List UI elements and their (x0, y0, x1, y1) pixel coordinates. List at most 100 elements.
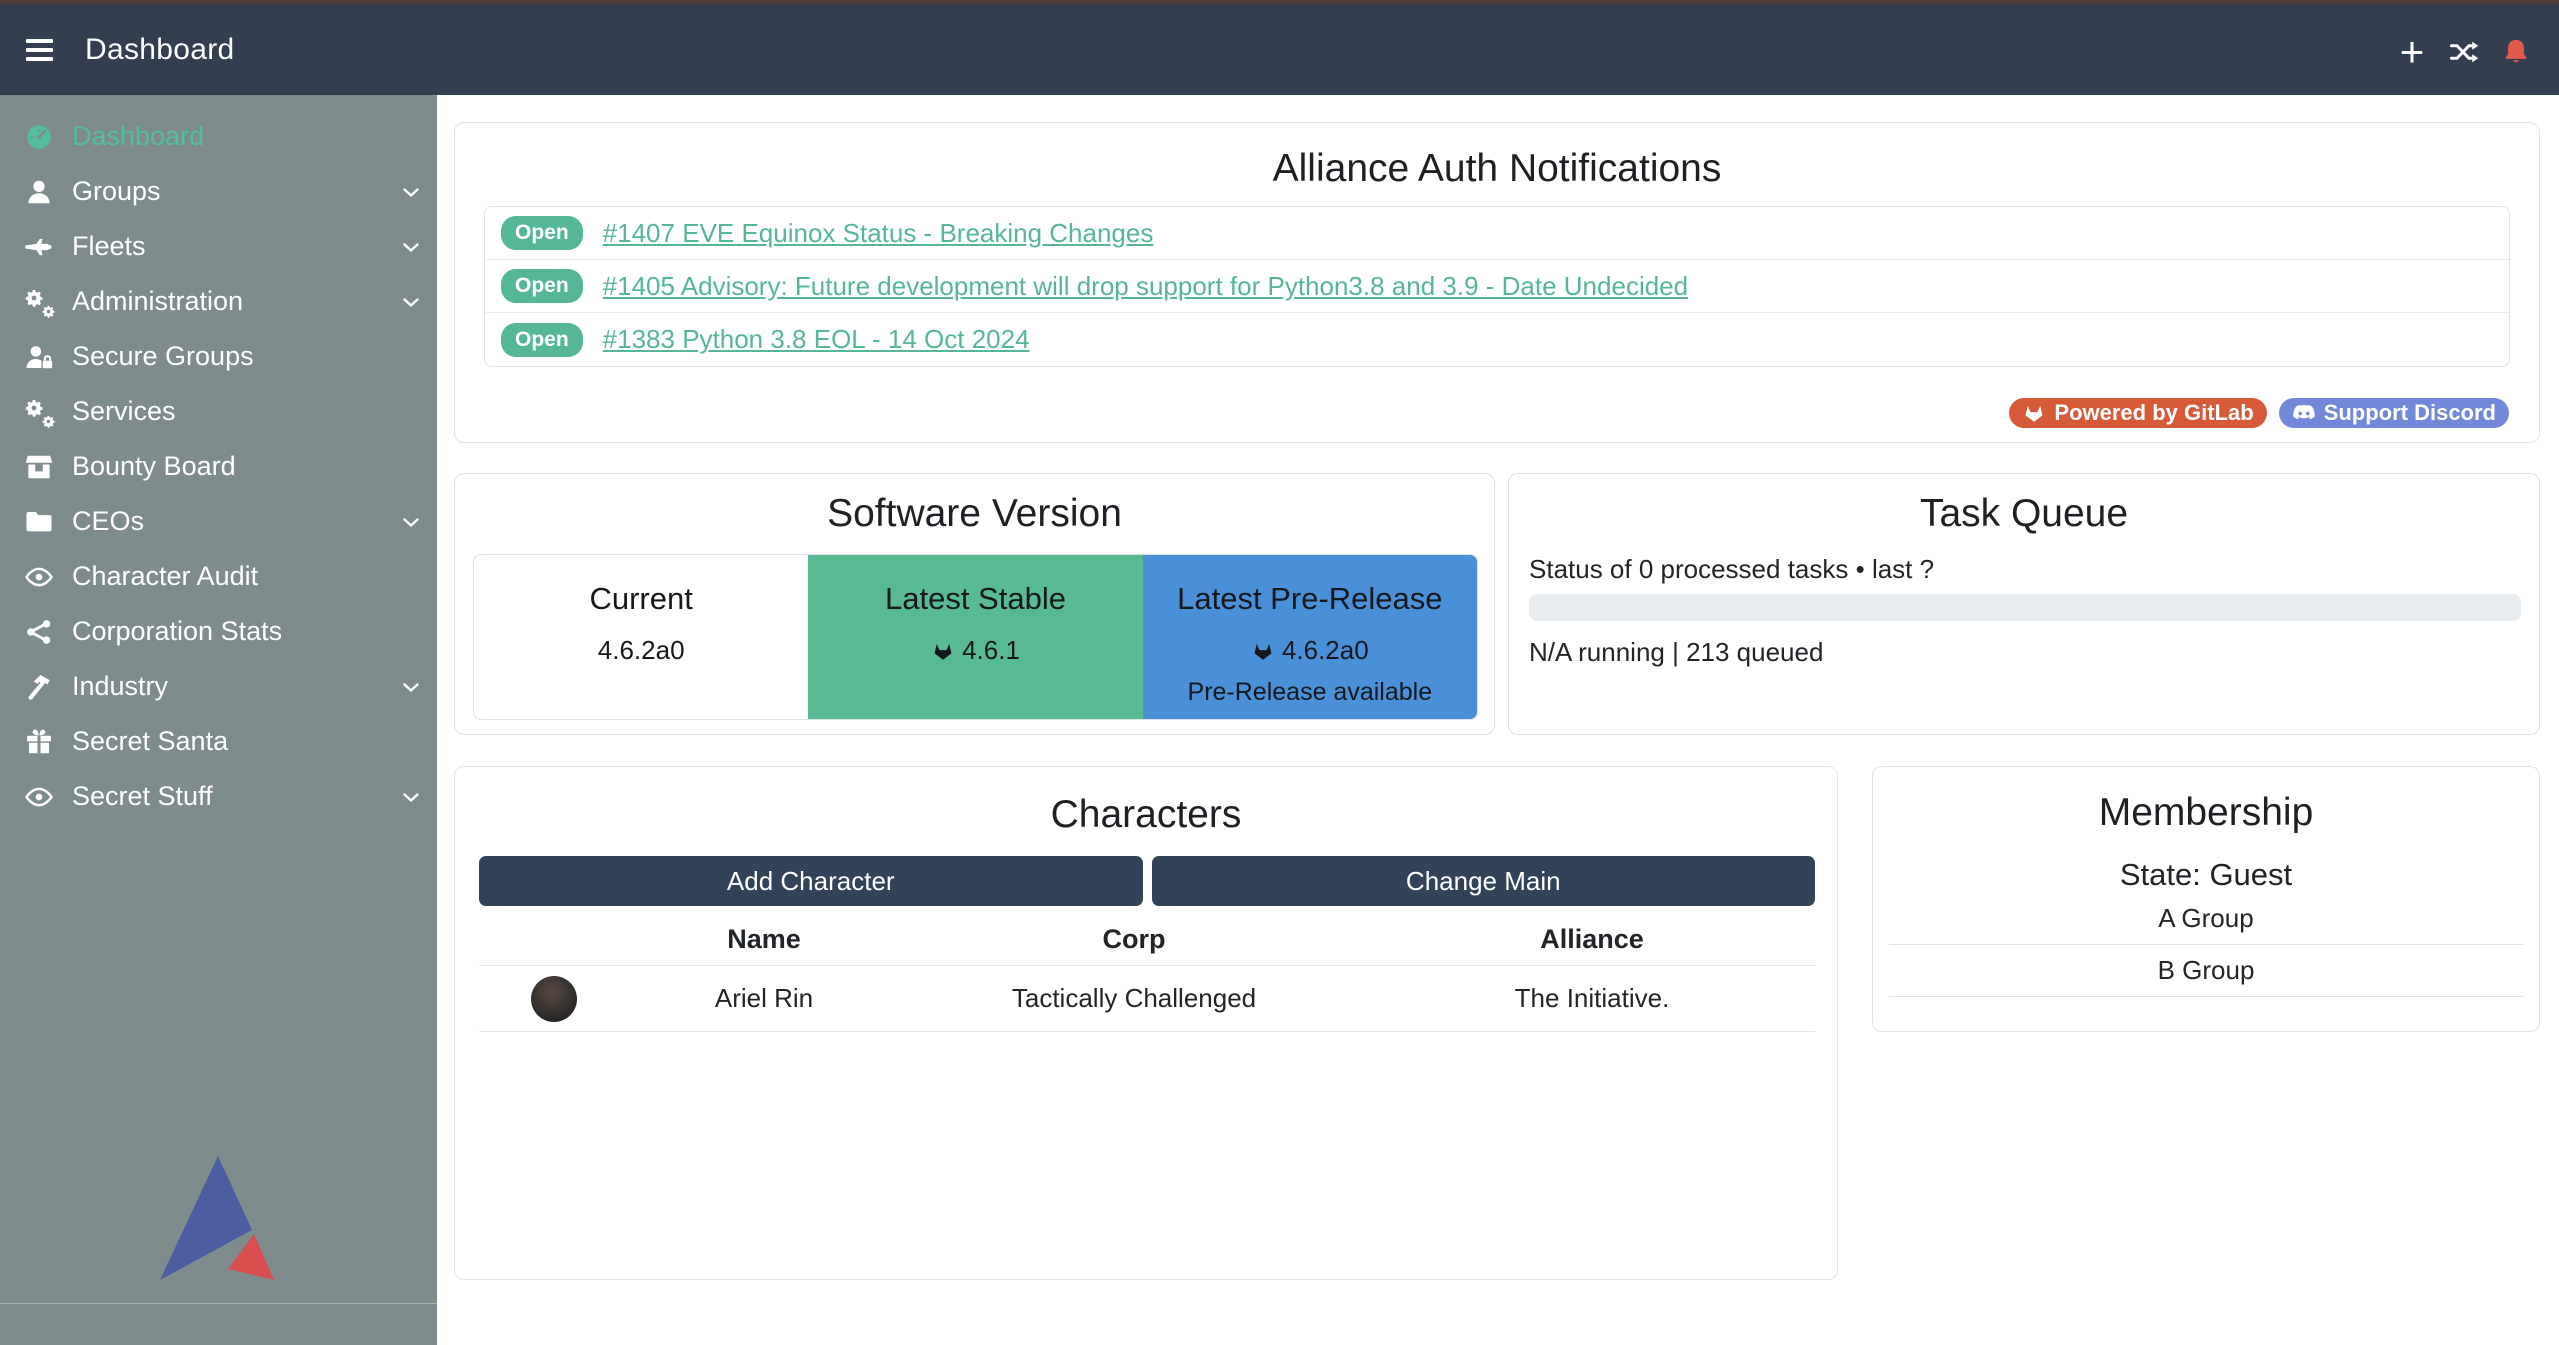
sidebar-item-label: Secret Stuff (72, 781, 399, 812)
version-number: 4.6.2a0 (598, 635, 685, 666)
eye-icon (22, 561, 56, 593)
notification-row: Open #1383 Python 3.8 EOL - 14 Oct 2024 (485, 313, 2509, 366)
table-row: Ariel Rin Tactically Challenged The Init… (479, 965, 1815, 1032)
version-number: 4.6.2a0 (1282, 635, 1369, 666)
notifications-list: Open #1407 EVE Equinox Status - Breaking… (484, 206, 2510, 367)
characters-title: Characters (455, 793, 1837, 837)
sidebar-item-character-audit[interactable]: Character Audit (0, 549, 437, 604)
sidebar-item-services[interactable]: Services (0, 384, 437, 439)
sidebar-item-dashboard[interactable]: Dashboard (0, 109, 437, 164)
gift-icon (22, 726, 56, 758)
sidebar-item-label: Character Audit (72, 561, 423, 592)
change-main-button[interactable]: Change Main (1152, 856, 1816, 906)
membership-state: State: Guest (1873, 857, 2539, 893)
chevron-down-icon (399, 785, 423, 809)
chevron-down-icon (399, 675, 423, 699)
software-version-title: Software Version (455, 492, 1494, 536)
characters-table: Name Corp Alliance Ariel Rin Tactically … (479, 913, 1815, 1032)
sidebar-item-label: Corporation Stats (72, 616, 423, 647)
alliance-auth-dashboard: Dashboard + Dashboard Groups Fleets (0, 0, 2559, 1345)
character-alliance: The Initiative. (1369, 983, 1815, 1014)
sidebar-item-secret-santa[interactable]: Secret Santa (0, 714, 437, 769)
membership-title: Membership (1873, 791, 2539, 835)
version-heading: Latest Pre-Release (1143, 581, 1477, 617)
sidebar-item-corporation-stats[interactable]: Corporation Stats (0, 604, 437, 659)
sidebar-item-bounty-board[interactable]: Bounty Board (0, 439, 437, 494)
notification-link[interactable]: #1383 Python 3.8 EOL - 14 Oct 2024 (603, 324, 1030, 355)
sidebar: Dashboard Groups Fleets Administration (0, 95, 437, 1345)
page-title: Dashboard (85, 33, 234, 67)
gitlab-icon (1251, 640, 1275, 662)
gitlab-icon (2022, 402, 2046, 424)
gears-icon (22, 286, 56, 318)
sidebar-item-secure-groups[interactable]: Secure Groups (0, 329, 437, 384)
task-queue-panel: Task Queue Status of 0 processed tasks •… (1508, 473, 2540, 735)
gitlab-badge[interactable]: Powered by GitLab (2009, 398, 2266, 428)
notifications-panel: Alliance Auth Notifications Open #1407 E… (454, 122, 2540, 443)
notification-link[interactable]: #1405 Advisory: Future development will … (603, 271, 1688, 302)
status-badge: Open (501, 269, 583, 303)
plus-icon[interactable]: + (2397, 37, 2427, 67)
header-alliance: Alliance (1369, 924, 1815, 955)
header-corp: Corp (899, 924, 1369, 955)
task-queue-title: Task Queue (1509, 492, 2539, 536)
version-note: Pre-Release available (1143, 678, 1477, 707)
sidebar-item-groups[interactable]: Groups (0, 164, 437, 219)
character-name: Ariel Rin (629, 983, 899, 1014)
alliance-logo (148, 1148, 288, 1288)
user-lock-icon (22, 341, 56, 373)
sidebar-item-industry[interactable]: Industry (0, 659, 437, 714)
sidebar-item-ceos[interactable]: CEOs (0, 494, 437, 549)
version-strip: Current 4.6.2a0 Latest Stable 4.6.1 Late… (473, 554, 1478, 720)
share-icon (22, 616, 56, 648)
notification-link[interactable]: #1407 EVE Equinox Status - Breaking Chan… (603, 218, 1154, 249)
chevron-down-icon (399, 235, 423, 259)
discord-badge-label: Support Discord (2324, 400, 2496, 426)
top-navbar: Dashboard + (0, 4, 2559, 95)
bell-icon[interactable] (2501, 37, 2531, 67)
gitlab-badge-label: Powered by GitLab (2054, 400, 2253, 426)
sidebar-item-fleets[interactable]: Fleets (0, 219, 437, 274)
task-queue-counts: N/A running | 213 queued (1529, 637, 1823, 668)
status-badge: Open (501, 323, 583, 357)
membership-panel: Membership State: Guest A Group B Group (1872, 766, 2540, 1032)
task-queue-progress-bar (1529, 594, 2521, 621)
list-item: B Group (1889, 945, 2523, 997)
chevron-down-icon (399, 510, 423, 534)
sidebar-item-label: Industry (72, 671, 399, 702)
sidebar-user-panel[interactable]: Ariel Rin Tactically Challenged The Init… (0, 1303, 437, 1345)
hamburger-icon[interactable] (26, 34, 53, 66)
sidebar-item-label: Groups (72, 176, 399, 207)
version-cell-stable: Latest Stable 4.6.1 (808, 555, 1142, 719)
characters-table-header: Name Corp Alliance (479, 913, 1815, 965)
notification-row: Open #1405 Advisory: Future development … (485, 260, 2509, 313)
sidebar-item-label: Fleets (72, 231, 399, 262)
discord-badge[interactable]: Support Discord (2279, 398, 2509, 428)
chevron-down-icon (399, 290, 423, 314)
version-heading: Latest Stable (808, 581, 1142, 617)
sidebar-item-label: Bounty Board (72, 451, 423, 482)
sidebar-item-label: Secret Santa (72, 726, 423, 757)
add-character-button[interactable]: Add Character (479, 856, 1143, 906)
sidebar-item-secret-stuff[interactable]: Secret Stuff (0, 769, 437, 824)
folder-icon (22, 506, 56, 538)
gauge-icon (22, 121, 56, 153)
sidebar-item-label: Administration (72, 286, 399, 317)
sidebar-item-label: Services (72, 396, 423, 427)
status-badge: Open (501, 216, 583, 250)
version-cell-current: Current 4.6.2a0 (474, 555, 808, 719)
sidebar-item-label: CEOs (72, 506, 399, 537)
list-item: A Group (1889, 893, 2523, 945)
software-version-panel: Software Version Current 4.6.2a0 Latest … (454, 473, 1495, 735)
characters-panel: Characters Add Character Change Main Nam… (454, 766, 1838, 1280)
version-cell-prerelease: Latest Pre-Release 4.6.2a0 Pre-Release a… (1143, 555, 1477, 719)
sidebar-item-administration[interactable]: Administration (0, 274, 437, 329)
fighter-jet-icon (22, 231, 56, 263)
header-name: Name (629, 924, 899, 955)
sidebar-item-label: Secure Groups (72, 341, 423, 372)
user-icon (22, 176, 56, 208)
character-corp: Tactically Challenged (899, 983, 1369, 1014)
eye-icon (22, 781, 56, 813)
shuffle-icon[interactable] (2449, 37, 2479, 67)
notifications-title: Alliance Auth Notifications (455, 147, 2539, 191)
